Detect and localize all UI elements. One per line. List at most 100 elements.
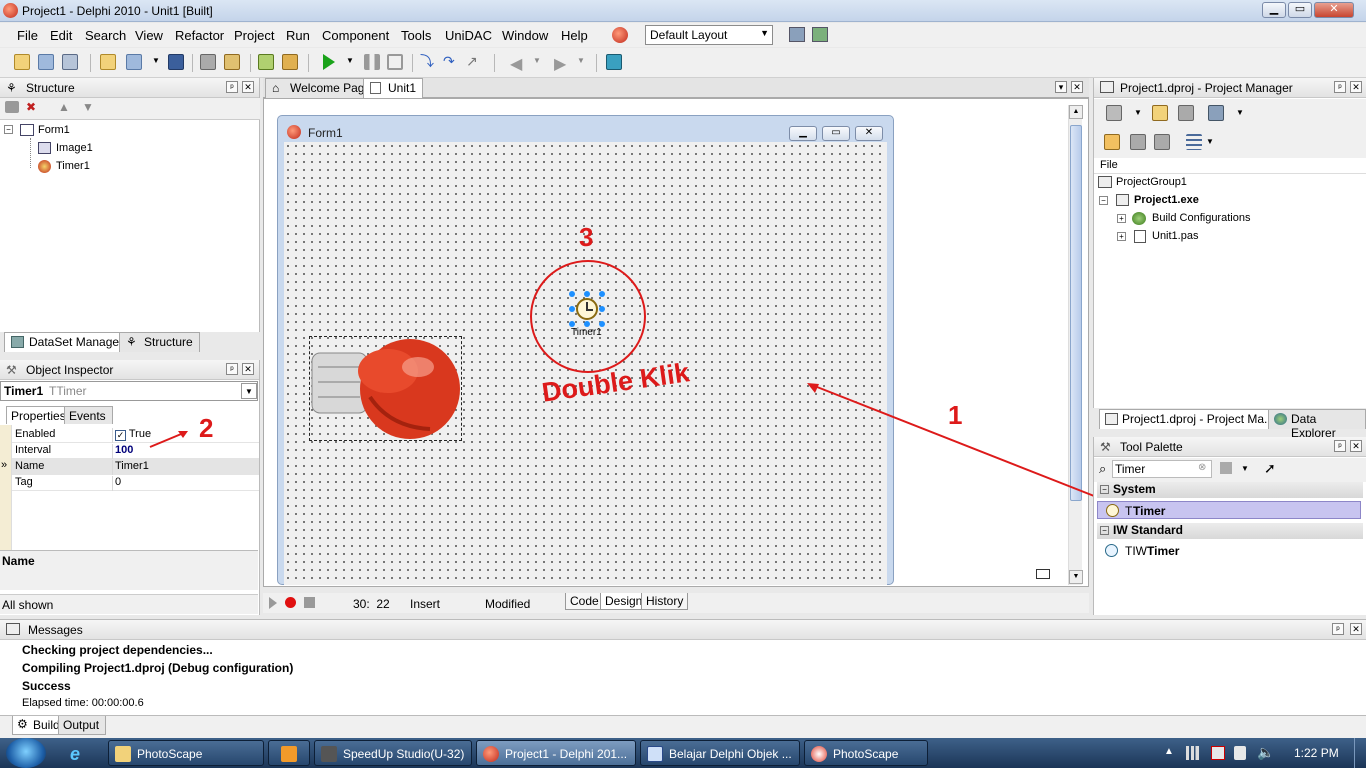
media-player-icon <box>281 746 297 762</box>
new-project-icon[interactable] <box>1106 105 1122 121</box>
task-word[interactable]: Belajar Delphi Objek ... <box>640 740 800 766</box>
project-manager-title: Project1.dproj - Project Manager <box>1120 81 1293 95</box>
tree-item-unit1-pas[interactable]: Unit1.pas <box>1152 230 1198 242</box>
add-existing-icon[interactable] <box>1152 105 1168 121</box>
palette-item-name: Timer <box>1133 504 1166 518</box>
tab-history[interactable]: History <box>641 593 689 610</box>
cursor-position: 30: 22 <box>353 597 390 611</box>
chevron-down-icon[interactable]: ▼ <box>1206 137 1214 146</box>
tool-palette-title: Tool Palette <box>1120 440 1183 454</box>
stop-macro-icon[interactable] <box>304 597 315 608</box>
project-manager-icon <box>1100 81 1114 93</box>
task-label: Belajar Delphi Objek ... <box>669 747 792 761</box>
expander-icon[interactable]: + <box>1117 214 1126 223</box>
close-icon[interactable]: ✕ <box>1350 81 1362 93</box>
task-speedup-studio[interactable]: SpeedUp Studio(U-32) <box>314 740 472 766</box>
view-icon[interactable] <box>1208 105 1224 121</box>
palette-item-prefix: T <box>1125 504 1133 518</box>
timer-component-icon <box>1105 544 1118 557</box>
palette-item-prefix: TIW <box>1125 544 1147 558</box>
task-label: PhotoScape <box>833 747 899 761</box>
play-macro-icon[interactable] <box>269 597 277 609</box>
list-view-icon[interactable] <box>1186 134 1202 150</box>
pointer-icon[interactable]: ➚ <box>1264 460 1276 477</box>
volume-icon[interactable]: 🔈 <box>1257 744 1274 761</box>
folder-icon <box>115 746 131 762</box>
show-hidden-icons[interactable]: ▲ <box>1164 746 1174 757</box>
task-media-player[interactable] <box>268 740 310 766</box>
build-config-icon <box>1132 212 1146 225</box>
close-icon[interactable]: ✕ <box>1350 623 1362 635</box>
word-document-icon <box>647 746 663 762</box>
collapse-icon: − <box>1100 526 1109 535</box>
palette-item-name: Timer <box>1147 544 1180 558</box>
pin-icon[interactable]: ᵖ <box>1334 81 1346 93</box>
record-macro-icon[interactable] <box>285 597 296 608</box>
start-button[interactable] <box>6 738 46 768</box>
messages-panel: Messages ᵖ ✕ Checking project dependenci… <box>0 619 1366 739</box>
sync-icon[interactable] <box>1104 134 1120 150</box>
timer-component-icon <box>1106 504 1119 517</box>
tab-code[interactable]: Code <box>565 593 604 610</box>
palette-item-tiwtimer[interactable]: TIW Timer <box>1097 542 1361 560</box>
action-center-icon[interactable] <box>1211 746 1225 760</box>
editor-status-bar: 30: 22 Insert Modified Code Design Histo… <box>263 593 1089 613</box>
tab-output[interactable]: Output <box>58 716 107 735</box>
file-column-header[interactable]: File <box>1094 158 1366 174</box>
collapse-icon: − <box>1100 485 1109 494</box>
expand-icon[interactable] <box>1154 134 1170 150</box>
task-label: SpeedUp Studio(U-32) <box>343 747 465 761</box>
pin-icon[interactable]: ᵖ <box>1332 623 1344 635</box>
modified-state: Modified <box>485 597 531 611</box>
project-manager-icon <box>1105 413 1118 425</box>
tab-data-explorer-label: Data Explorer <box>1291 412 1336 440</box>
messages-title: Messages <box>28 623 83 637</box>
palette-category-system-label: System <box>1113 482 1156 496</box>
project-manager-header: Project1.dproj - Project Manager ᵖ ✕ <box>1094 78 1366 98</box>
internet-explorer-icon[interactable]: e <box>70 744 80 765</box>
categories-icon[interactable] <box>1220 462 1232 474</box>
expander-icon[interactable]: − <box>1099 196 1108 205</box>
clear-search-icon[interactable]: ⊗ <box>1198 462 1206 473</box>
network-icon[interactable] <box>1186 746 1202 760</box>
chevron-down-icon[interactable]: ▼ <box>1241 464 1249 473</box>
palette-search-input[interactable]: Timer <box>1112 460 1212 478</box>
file-column-label: File <box>1100 159 1118 171</box>
tree-item-build-configurations[interactable]: Build Configurations <box>1152 212 1250 224</box>
palette-category-system[interactable]: − System <box>1097 482 1363 498</box>
tree-item-project1-exe[interactable]: Project1.exe <box>1134 194 1199 206</box>
tool-palette-icon: ⚒ <box>1100 440 1111 454</box>
message-line: Checking project dependencies... <box>22 643 213 657</box>
project-manager-toolbar: ▼ ▼ ▼ <box>1094 99 1366 159</box>
task-label: Project1 - Delphi 201... <box>505 747 628 761</box>
collapse-icon[interactable] <box>1130 134 1146 150</box>
pin-icon[interactable]: ᵖ <box>1334 440 1346 452</box>
tab-data-explorer[interactable]: Data Explorer <box>1268 409 1366 440</box>
palette-category-iw-standard-label: IW Standard <box>1113 523 1184 537</box>
power-icon[interactable] <box>1234 746 1246 760</box>
tab-build-label: Build <box>33 718 60 732</box>
project-exe-icon <box>1116 194 1129 206</box>
chevron-down-icon[interactable]: ▼ <box>1236 108 1244 117</box>
task-photoscape-2[interactable]: PhotoScape <box>804 740 928 766</box>
show-desktop-button[interactable] <box>1354 738 1366 768</box>
palette-category-iw-standard[interactable]: − IW Standard <box>1097 523 1363 539</box>
chevron-down-icon[interactable]: ▼ <box>1134 108 1142 117</box>
tab-output-label: Output <box>63 718 100 732</box>
palette-item-ttimer[interactable]: T Timer <box>1097 501 1361 519</box>
photoscape-icon <box>811 746 827 762</box>
delphi-app-icon <box>483 746 499 762</box>
expander-icon[interactable]: + <box>1117 232 1126 241</box>
tab-project-manager[interactable]: Project1.dproj - Project Ma... <box>1099 409 1282 429</box>
task-delphi[interactable]: Project1 - Delphi 201... <box>476 740 636 766</box>
system-clock[interactable]: 1:22 PM <box>1294 746 1339 760</box>
message-line: Success <box>22 679 71 693</box>
tree-item-projectgroup1[interactable]: ProjectGroup1 <box>1116 176 1187 188</box>
messages-header: Messages ᵖ ✕ <box>0 620 1366 640</box>
palette-search-bar: ⌕ Timer ⊗ ▼ ➚ <box>1094 458 1366 482</box>
close-icon[interactable]: ✕ <box>1350 440 1362 452</box>
remove-icon[interactable] <box>1178 105 1194 121</box>
task-photoscape-1[interactable]: PhotoScape <box>108 740 264 766</box>
project-group-icon <box>1098 176 1112 188</box>
messages-tabbar: ⚙ Build Output <box>0 715 1366 739</box>
